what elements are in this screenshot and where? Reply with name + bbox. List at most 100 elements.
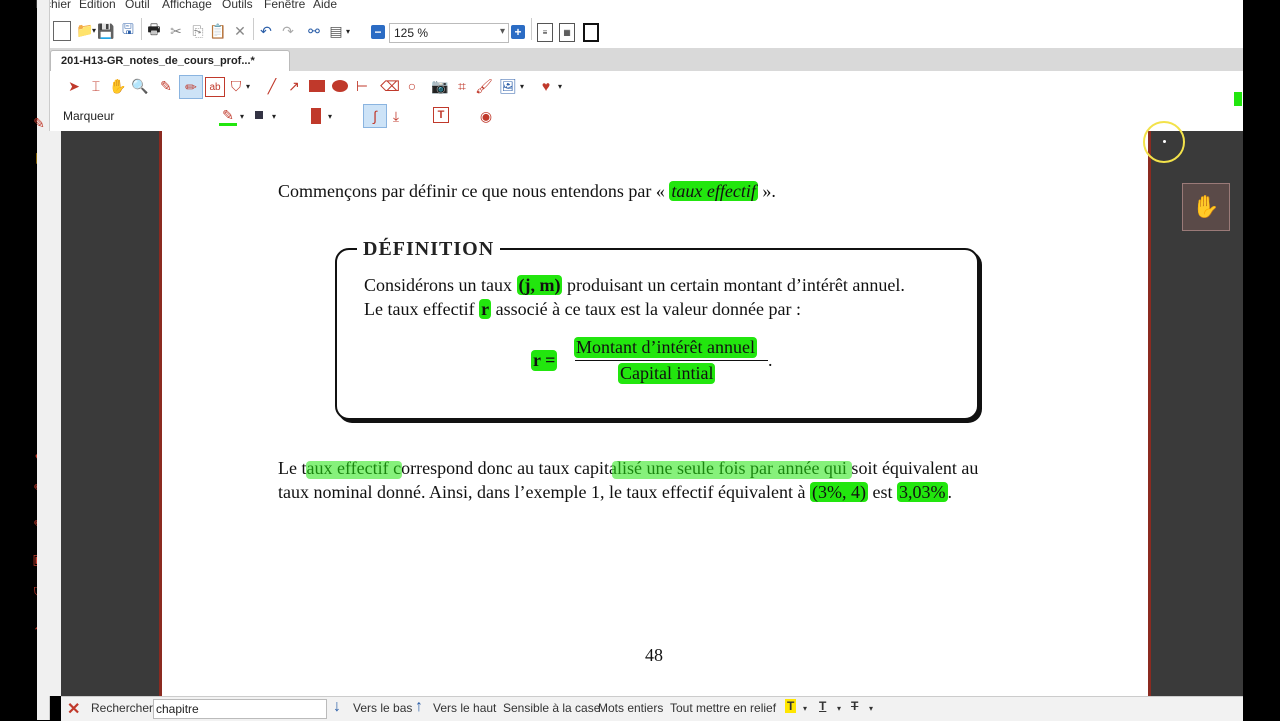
zoom-value: 125 % bbox=[394, 26, 429, 40]
stamp-dropdown-icon[interactable]: ▾ bbox=[243, 77, 253, 95]
intro-prefix: Commençons par définir ce que nous enten… bbox=[278, 181, 665, 201]
fullscreen-icon[interactable] bbox=[583, 23, 599, 42]
save-as-icon[interactable]: 🖫 bbox=[119, 21, 137, 40]
find-down-button[interactable]: Vers le bas bbox=[353, 701, 412, 715]
line-color-icon[interactable]: ✎ bbox=[219, 107, 237, 123]
image-icon[interactable]: 🖼 bbox=[499, 77, 517, 95]
text-style-icon[interactable]: T bbox=[433, 107, 449, 123]
favorite-heart-icon[interactable]: ♥ bbox=[537, 77, 555, 95]
select-arrow-icon[interactable]: ➤ bbox=[65, 77, 83, 95]
line-width-dropdown-icon[interactable]: ▾ bbox=[269, 107, 279, 125]
rectangle-icon[interactable] bbox=[309, 80, 325, 92]
fill-color-dropdown-icon[interactable]: ▾ bbox=[325, 107, 335, 125]
chevron-down-icon: ▾ bbox=[499, 26, 505, 37]
highlight-all-toggle[interactable]: Tout mettre en relief bbox=[670, 701, 776, 715]
zoom-in-icon[interactable]: + bbox=[511, 25, 525, 39]
def-line2-start: Le taux effectif bbox=[364, 299, 475, 319]
fraction-bar bbox=[575, 360, 768, 361]
strikeout-dropdown-icon[interactable]: ▾ bbox=[869, 704, 873, 713]
menu-outils[interactable]: Outils bbox=[222, 0, 253, 11]
redo-icon[interactable]: ↷ bbox=[279, 22, 297, 40]
highlight-dropdown-icon[interactable]: ▾ bbox=[803, 704, 807, 713]
image-dropdown-icon[interactable]: ▾ bbox=[517, 77, 527, 95]
intro-term: taux effectif bbox=[669, 181, 758, 201]
crop-icon[interactable]: ⌗ bbox=[453, 77, 471, 95]
side-pen-icon[interactable]: ✎ bbox=[33, 115, 45, 131]
right-black-margin bbox=[1243, 0, 1280, 720]
intro-line: Commençons par définir ce que nous enten… bbox=[278, 181, 776, 202]
find-up-button[interactable]: Vers le haut bbox=[433, 701, 496, 715]
underline-text-icon[interactable]: T bbox=[819, 699, 826, 713]
menu-edition[interactable]: Edition bbox=[79, 0, 116, 11]
highlight-text-icon[interactable]: T bbox=[785, 699, 797, 713]
def-line2-end: associé à ce taux est la valeur donnée p… bbox=[495, 299, 801, 319]
find-input-value: chapitre bbox=[156, 702, 199, 716]
zoom-out-icon[interactable]: − bbox=[371, 25, 385, 39]
whole-words-toggle[interactable]: Mots entiers bbox=[598, 701, 663, 715]
smooth-line-icon[interactable]: ∫ bbox=[363, 104, 387, 128]
hand-tool-icon[interactable]: ✋ bbox=[109, 77, 127, 95]
menu-outil[interactable]: Outil bbox=[125, 0, 150, 11]
lasso-icon[interactable]: ○ bbox=[403, 77, 421, 95]
annotation-settings-icon[interactable]: ◉ bbox=[477, 107, 495, 125]
def-jm: (j, m) bbox=[516, 275, 563, 295]
line-icon[interactable]: ╱ bbox=[263, 77, 281, 95]
fit-width-icon[interactable]: ▦ bbox=[559, 23, 575, 42]
tab-document[interactable]: 201-H13-GR_notes_de_cours_prof...* bbox=[50, 50, 290, 71]
line-color-dropdown-icon[interactable]: ▾ bbox=[237, 107, 247, 125]
underline-dropdown-icon[interactable]: ▾ bbox=[837, 704, 841, 713]
fit-page-icon[interactable]: ≡ bbox=[537, 23, 553, 42]
def-line1-start: Considérons un taux bbox=[364, 275, 512, 295]
green-marker-indicator bbox=[1234, 92, 1242, 106]
favorite-dropdown-icon[interactable]: ▾ bbox=[555, 77, 565, 95]
strikeout-text-icon[interactable]: T bbox=[851, 699, 858, 713]
text-wrap-icon[interactable]: ⤓ bbox=[387, 107, 405, 125]
arrow-icon[interactable]: ↗ bbox=[285, 77, 303, 95]
paste-icon[interactable]: 📋 bbox=[209, 22, 227, 40]
highlighter-icon[interactable]: ✏ bbox=[179, 75, 203, 99]
textbox-icon[interactable]: ab bbox=[205, 77, 225, 97]
zoom-select[interactable]: 125 % ▾ bbox=[389, 23, 509, 43]
arrow-up-icon[interactable]: ↑ bbox=[415, 698, 423, 716]
save-icon[interactable]: 💾 bbox=[97, 22, 115, 40]
camera-icon[interactable]: 📷 bbox=[431, 77, 449, 95]
intro-suffix: ». bbox=[762, 181, 776, 201]
brush-icon[interactable]: 🖌 bbox=[475, 77, 493, 95]
select-text-icon[interactable]: ⌶ bbox=[87, 77, 105, 95]
match-case-toggle[interactable]: Sensible à la case bbox=[503, 701, 600, 715]
menu-fenetre[interactable]: Fenêtre bbox=[264, 0, 305, 11]
para-period: . bbox=[947, 482, 953, 502]
layout-dropdown-icon[interactable]: ▾ bbox=[343, 22, 353, 40]
zoom-tool-icon[interactable]: 🔍 bbox=[131, 77, 149, 95]
highlight-taux-effectif bbox=[306, 461, 402, 479]
definition-line-1: Considérons un taux (j, m) produisant un… bbox=[364, 275, 905, 296]
delete-icon[interactable]: ✕ bbox=[231, 22, 249, 40]
definition-title: DÉFINITION bbox=[357, 238, 501, 261]
main-toolbar: 📁 ▾ 💾 🖫 🖶 ✂ ⎘ 📋 ✕ ↶ ↷ ⚯ ▤ ▾ − 125 % ▾ + … bbox=[37, 12, 1243, 49]
copy-icon[interactable]: ⎘ bbox=[189, 22, 207, 40]
definition-line-2: Le taux effectif r associé à ce taux est… bbox=[364, 299, 801, 320]
formula-denominator: Capital intial bbox=[618, 363, 716, 384]
new-document-icon[interactable] bbox=[53, 21, 71, 41]
close-find-icon[interactable]: ✕ bbox=[67, 699, 80, 719]
ellipse-icon[interactable] bbox=[332, 80, 348, 92]
arrow-down-icon[interactable]: ↓ bbox=[333, 698, 341, 716]
side-panel-gutter bbox=[37, 131, 61, 696]
hand-pointer-icon[interactable]: ✋ bbox=[1182, 183, 1230, 231]
pen-icon[interactable]: ✎ bbox=[157, 77, 175, 95]
fill-color-icon[interactable] bbox=[311, 108, 321, 124]
find-input[interactable]: chapitre bbox=[153, 699, 327, 719]
find-binoculars-icon[interactable]: ⚯ bbox=[305, 22, 323, 40]
def-r: r bbox=[479, 299, 492, 319]
menu-aide[interactable]: Aide bbox=[313, 0, 337, 11]
para-est: est bbox=[872, 482, 893, 502]
menu-affichage[interactable]: Affichage bbox=[162, 0, 212, 11]
eraser-icon[interactable]: ⌫ bbox=[380, 77, 400, 95]
undo-icon[interactable]: ↶ bbox=[257, 22, 275, 40]
measure-icon[interactable]: ⊢ bbox=[353, 77, 371, 95]
print-icon[interactable]: 🖶 bbox=[145, 21, 163, 40]
find-bar: ✕ Rechercher: chapitre ↓ Vers le bas ↑ V… bbox=[61, 696, 1243, 721]
cut-icon[interactable]: ✂ bbox=[167, 22, 185, 40]
para-line2-start: taux nominal donné. Ainsi, dans l’exempl… bbox=[278, 482, 806, 502]
line-width-icon[interactable] bbox=[255, 111, 263, 119]
